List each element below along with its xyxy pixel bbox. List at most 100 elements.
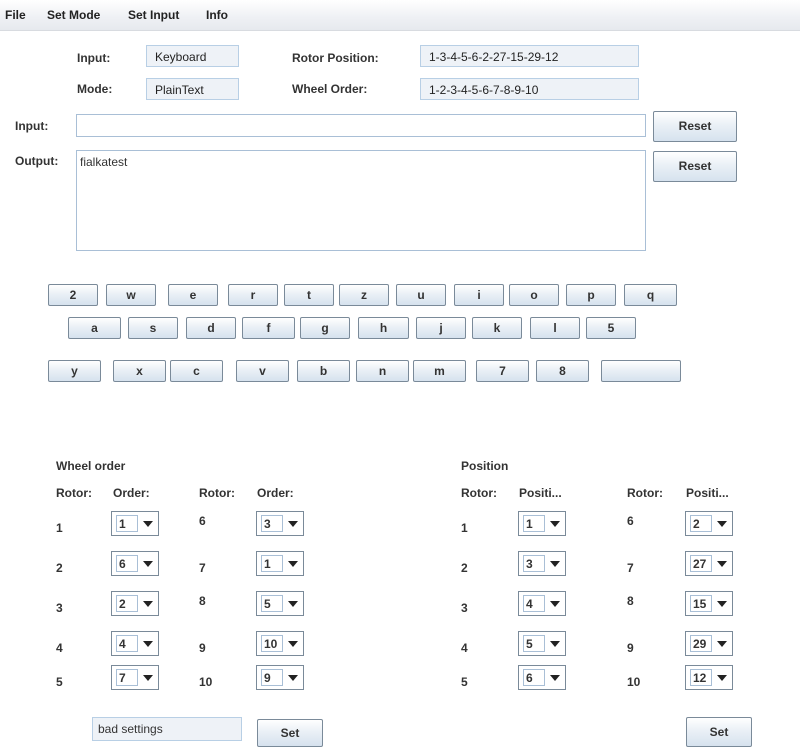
chevron-down-icon[interactable] — [143, 601, 153, 607]
wheel-order-rotor-4-select[interactable]: 4 — [111, 631, 159, 656]
input-label: Input: — [15, 119, 49, 133]
key-row3-9[interactable] — [601, 360, 681, 382]
key-row2-0[interactable]: a — [68, 317, 121, 339]
wheel-order-rotor-5-select[interactable]: 7 — [111, 665, 159, 690]
key-row3-1[interactable]: x — [113, 360, 166, 382]
chevron-down-icon[interactable] — [550, 601, 560, 607]
position-rotor-8-select[interactable]: 15 — [685, 591, 733, 616]
chevron-down-icon[interactable] — [550, 641, 560, 647]
position-rotor-10-value: 12 — [690, 669, 712, 686]
position-rotor-4-select[interactable]: 5 — [518, 631, 566, 656]
key-row3-4[interactable]: b — [297, 360, 350, 382]
wheel-order-rotor-7-select[interactable]: 1 — [256, 551, 304, 576]
key-row2-7[interactable]: k — [472, 317, 522, 339]
key-row1-2[interactable]: e — [168, 284, 218, 306]
input-reset-button[interactable]: Reset — [653, 111, 737, 142]
output-reset-button[interactable]: Reset — [653, 151, 737, 182]
chevron-down-icon[interactable] — [288, 521, 298, 527]
position-rotor-10-select[interactable]: 12 — [685, 665, 733, 690]
key-row1-8[interactable]: o — [509, 284, 559, 306]
position-rotor-7-select[interactable]: 27 — [685, 551, 733, 576]
key-row2-8[interactable]: l — [530, 317, 580, 339]
key-row1-10[interactable]: q — [624, 284, 677, 306]
menu-file[interactable]: File — [5, 8, 26, 22]
key-row2-5[interactable]: h — [358, 317, 409, 339]
key-row1-1[interactable]: w — [106, 284, 156, 306]
position-rotor-1-select[interactable]: 1 — [518, 511, 566, 536]
chevron-down-icon[interactable] — [143, 675, 153, 681]
wheel-order-rotor-10-label: 10 — [199, 675, 213, 689]
wheel-order-title: Wheel order — [56, 459, 126, 473]
key-row3-6[interactable]: m — [413, 360, 466, 382]
key-row3-2[interactable]: c — [170, 360, 223, 382]
wheel-order-set-button[interactable]: Set — [257, 719, 323, 747]
input-field[interactable] — [76, 114, 646, 137]
chevron-down-icon[interactable] — [717, 561, 727, 567]
menu-info[interactable]: Info — [206, 8, 228, 22]
key-row3-5[interactable]: n — [356, 360, 409, 382]
info-wheel-order-value: 1-2-3-4-5-6-7-8-9-10 — [420, 78, 639, 100]
key-row2-1[interactable]: s — [128, 317, 178, 339]
key-row1-9[interactable]: p — [566, 284, 616, 306]
wheel-order-rotor-7-label: 7 — [199, 561, 206, 575]
position-rotor-7-value: 27 — [690, 555, 712, 572]
chevron-down-icon[interactable] — [143, 641, 153, 647]
position-rotor-2-select[interactable]: 3 — [518, 551, 566, 576]
key-row2-2[interactable]: d — [186, 317, 236, 339]
chevron-down-icon[interactable] — [143, 561, 153, 567]
key-row1-5[interactable]: z — [339, 284, 389, 306]
position-rotor-6-select[interactable]: 2 — [685, 511, 733, 536]
chevron-down-icon[interactable] — [550, 561, 560, 567]
key-row1-7[interactable]: i — [454, 284, 504, 306]
chevron-down-icon[interactable] — [550, 675, 560, 681]
position-rotor-9-label: 9 — [627, 641, 634, 655]
wheel-order-rotor-2-select[interactable]: 6 — [111, 551, 159, 576]
chevron-down-icon[interactable] — [143, 521, 153, 527]
key-row2-3[interactable]: f — [242, 317, 295, 339]
info-rotor-position-label: Rotor Position: — [292, 51, 379, 65]
wheel-order-rotor-8-value: 5 — [261, 595, 283, 612]
key-row2-4[interactable]: g — [300, 317, 350, 339]
chevron-down-icon[interactable] — [717, 521, 727, 527]
info-input-value: Keyboard — [146, 45, 239, 67]
wheel-order-rotor-8-select[interactable]: 5 — [256, 591, 304, 616]
wheel-order-rotor-1-select[interactable]: 1 — [111, 511, 159, 536]
position-rotor-header-left: Rotor: — [461, 486, 497, 500]
chevron-down-icon[interactable] — [288, 675, 298, 681]
key-row2-6[interactable]: j — [416, 317, 466, 339]
position-rotor-9-value: 29 — [690, 635, 712, 652]
key-row3-3[interactable]: v — [236, 360, 289, 382]
menu-set-mode[interactable]: Set Mode — [47, 8, 100, 22]
info-mode-label: Mode: — [77, 82, 113, 96]
wheel-order-rotor-10-select[interactable]: 9 — [256, 665, 304, 690]
output-area[interactable]: fialkatest — [76, 150, 646, 251]
chevron-down-icon[interactable] — [717, 675, 727, 681]
wheel-order-rotor-5-value: 7 — [116, 669, 138, 686]
position-rotor-4-label: 4 — [461, 641, 468, 655]
wheel-order-rotor-8-label: 8 — [199, 594, 206, 608]
key-row1-6[interactable]: u — [396, 284, 446, 306]
key-row3-8[interactable]: 8 — [536, 360, 589, 382]
position-rotor-10-label: 10 — [627, 675, 641, 689]
wheel-order-rotor-9-select[interactable]: 10 — [256, 631, 304, 656]
position-set-button[interactable]: Set — [686, 717, 752, 747]
menu-set-input[interactable]: Set Input — [128, 8, 179, 22]
wheel-order-rotor-header-right: Rotor: — [199, 486, 235, 500]
chevron-down-icon[interactable] — [288, 641, 298, 647]
position-rotor-3-select[interactable]: 4 — [518, 591, 566, 616]
key-row1-4[interactable]: t — [284, 284, 334, 306]
position-rotor-5-select[interactable]: 6 — [518, 665, 566, 690]
key-row2-9[interactable]: 5 — [586, 317, 636, 339]
key-row3-0[interactable]: y — [48, 360, 101, 382]
wheel-order-rotor-6-select[interactable]: 3 — [256, 511, 304, 536]
chevron-down-icon[interactable] — [288, 601, 298, 607]
chevron-down-icon[interactable] — [288, 561, 298, 567]
chevron-down-icon[interactable] — [717, 601, 727, 607]
position-rotor-9-select[interactable]: 29 — [685, 631, 733, 656]
key-row3-7[interactable]: 7 — [476, 360, 529, 382]
chevron-down-icon[interactable] — [550, 521, 560, 527]
chevron-down-icon[interactable] — [717, 641, 727, 647]
key-row1-3[interactable]: r — [228, 284, 278, 306]
wheel-order-rotor-3-select[interactable]: 2 — [111, 591, 159, 616]
key-row1-0[interactable]: 2 — [48, 284, 98, 306]
